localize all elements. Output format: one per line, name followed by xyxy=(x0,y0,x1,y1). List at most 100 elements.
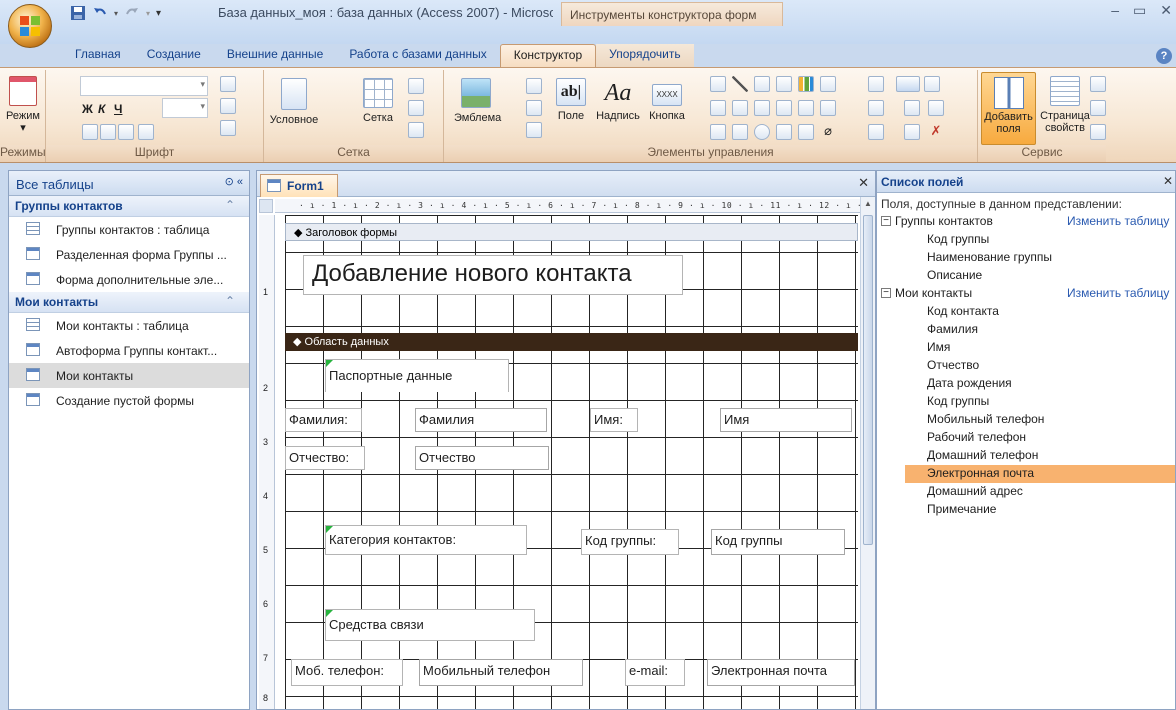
attachment-icon[interactable]: ⌀ xyxy=(820,124,836,140)
hyperlink-icon[interactable] xyxy=(798,124,814,140)
tab-design[interactable]: Конструктор xyxy=(499,44,597,68)
rectangle-shape-icon[interactable] xyxy=(732,100,748,116)
patronymic-label[interactable]: Отчество: xyxy=(285,446,365,470)
patronymic-textbox[interactable]: Отчество xyxy=(415,446,549,470)
email-textbox[interactable]: Электронная почта xyxy=(707,659,855,686)
customize-qat-icon[interactable]: ▾ xyxy=(156,8,161,19)
office-button[interactable] xyxy=(8,4,52,48)
field-item[interactable]: Примечание xyxy=(877,501,1175,519)
nav-item-contact-groups-table[interactable]: Группы контактов : таблица xyxy=(9,217,249,242)
firstname-textbox[interactable]: Имя xyxy=(720,408,852,432)
line-color-icon[interactable] xyxy=(408,122,424,138)
rectangle-icon[interactable] xyxy=(754,76,770,92)
align-center-icon[interactable] xyxy=(100,124,116,140)
font-name-dropdown[interactable] xyxy=(80,76,208,96)
edit-table-link[interactable]: Изменить таблицу xyxy=(1067,286,1169,300)
font-size-dropdown[interactable] xyxy=(162,98,208,118)
form-title-label[interactable]: Добавление нового контакта xyxy=(303,255,683,295)
field-table-contact-groups[interactable]: − Группы контактов Изменить таблицу xyxy=(877,213,1175,231)
code-icon[interactable] xyxy=(1090,76,1106,92)
label-button[interactable]: Aa Надпись xyxy=(590,78,646,122)
field-item[interactable]: Отчество xyxy=(877,357,1175,375)
field-item[interactable]: Фамилия xyxy=(877,321,1175,339)
scrollbar-thumb[interactable] xyxy=(863,215,873,545)
add-fields-button[interactable]: Добавить поля xyxy=(981,72,1036,145)
property-sheet-button[interactable]: Страница свойств xyxy=(1040,76,1090,134)
select-control-icon[interactable] xyxy=(896,76,920,92)
underline-button[interactable]: Ч xyxy=(114,102,122,116)
list-box-icon[interactable] xyxy=(710,100,726,116)
field-item[interactable]: Код группы xyxy=(877,393,1175,411)
field-item[interactable]: Описание xyxy=(877,267,1175,285)
collapse-chevron-icon[interactable]: ⌃ xyxy=(225,294,235,308)
field-item[interactable]: Код группы xyxy=(877,231,1175,249)
field-item[interactable]: Домашний телефон xyxy=(877,447,1175,465)
field-item[interactable]: Домашний адрес xyxy=(877,483,1175,501)
title-icon[interactable] xyxy=(526,78,542,94)
undo-icon[interactable] xyxy=(92,5,108,21)
checkbox-icon[interactable] xyxy=(754,100,770,116)
group-code-textbox[interactable]: Код группы xyxy=(711,529,845,555)
combo-box-icon[interactable] xyxy=(710,76,726,92)
close-document-icon[interactable]: ✕ xyxy=(858,175,869,191)
line-width-icon[interactable] xyxy=(408,100,424,116)
nav-item-my-contacts-table[interactable]: Мои контакты : таблица xyxy=(9,313,249,338)
insert-activex-icon[interactable] xyxy=(904,124,920,140)
date-time-icon[interactable] xyxy=(526,122,542,138)
redo-dropdown-icon[interactable]: ▾ xyxy=(146,9,150,18)
collapse-box-icon[interactable]: − xyxy=(881,216,891,226)
nav-item-my-contacts-form[interactable]: Мои контакты xyxy=(9,363,249,388)
line-icon[interactable] xyxy=(732,76,748,92)
set-control-defaults-icon[interactable] xyxy=(904,100,920,116)
scroll-up-icon[interactable]: ▲ xyxy=(864,199,872,208)
line-thickness-icon[interactable] xyxy=(868,76,884,92)
contact-category-label[interactable]: Категория контактов: xyxy=(325,525,527,555)
field-item-selected[interactable]: Электронная почта xyxy=(905,465,1175,483)
edit-table-link[interactable]: Изменить таблицу xyxy=(1067,214,1169,228)
page-number-icon[interactable] xyxy=(526,100,542,116)
line-color-2-icon[interactable] xyxy=(868,124,884,140)
align-left-icon[interactable] xyxy=(82,124,98,140)
nav-menu-and-collapse-icon[interactable]: ⊙ « xyxy=(225,175,243,188)
field-item[interactable]: Имя xyxy=(877,339,1175,357)
save-icon[interactable] xyxy=(70,5,86,21)
font-color-icon[interactable] xyxy=(220,76,236,92)
field-item[interactable]: Рабочий телефон xyxy=(877,429,1175,447)
field-table-my-contacts[interactable]: − Мои контакты Изменить таблицу xyxy=(877,285,1175,303)
help-icon[interactable]: ? xyxy=(1156,48,1172,64)
field-item[interactable]: Дата рождения xyxy=(877,375,1175,393)
grid-button[interactable]: Сетка xyxy=(358,78,398,124)
form-header-section-bar[interactable]: ◆ Заголовок формы xyxy=(285,223,858,241)
align-right-icon[interactable] xyxy=(118,124,134,140)
option-group-icon[interactable] xyxy=(710,124,726,140)
line-style-icon[interactable] xyxy=(408,78,424,94)
chart-icon[interactable] xyxy=(798,76,814,92)
field-item[interactable]: Мобильный телефон xyxy=(877,411,1175,429)
lastname-textbox[interactable]: Фамилия xyxy=(415,408,547,432)
tab-control-icon[interactable] xyxy=(820,76,836,92)
unbound-object-icon[interactable] xyxy=(820,100,836,116)
minimize-button[interactable]: – xyxy=(1111,2,1119,19)
select-pointer-icon[interactable] xyxy=(924,76,940,92)
horizontal-ruler[interactable]: · ı · 1 · ı · 2 · ı · 3 · ı · 4 · ı · 5 … xyxy=(275,199,860,213)
nav-item-autoform[interactable]: Автоформа Группы контакт... xyxy=(9,338,249,363)
textbox-button[interactable]: ab| Поле xyxy=(552,78,590,122)
nav-item-blank-form[interactable]: Создание пустой формы xyxy=(9,388,249,413)
form-selector[interactable] xyxy=(259,199,273,213)
tab-create[interactable]: Создание xyxy=(134,44,214,68)
detail-section-bar[interactable]: ◆ Область данных xyxy=(285,333,858,351)
page-break-icon[interactable] xyxy=(776,124,792,140)
bound-object-icon[interactable] xyxy=(732,124,748,140)
vertical-ruler[interactable]: 1 2 3 4 5 6 7 8 xyxy=(259,215,275,709)
convert-macros-icon[interactable] xyxy=(1090,100,1106,116)
redo-icon[interactable] xyxy=(124,5,140,21)
nav-group-contact-groups[interactable]: Группы контактов ⌃ xyxy=(9,196,249,217)
tab-home[interactable]: Главная xyxy=(62,44,134,68)
restore-button[interactable]: ▭ xyxy=(1133,2,1146,19)
close-button[interactable]: ✕ xyxy=(1160,2,1172,19)
tab-order-icon[interactable] xyxy=(1090,124,1106,140)
lastname-label[interactable]: Фамилия: xyxy=(285,408,362,432)
communication-label[interactable]: Средства связи xyxy=(325,609,535,641)
design-surface[interactable]: ◆ Заголовок формы Добавление нового конт… xyxy=(285,215,858,709)
option-button-icon[interactable] xyxy=(754,124,770,140)
